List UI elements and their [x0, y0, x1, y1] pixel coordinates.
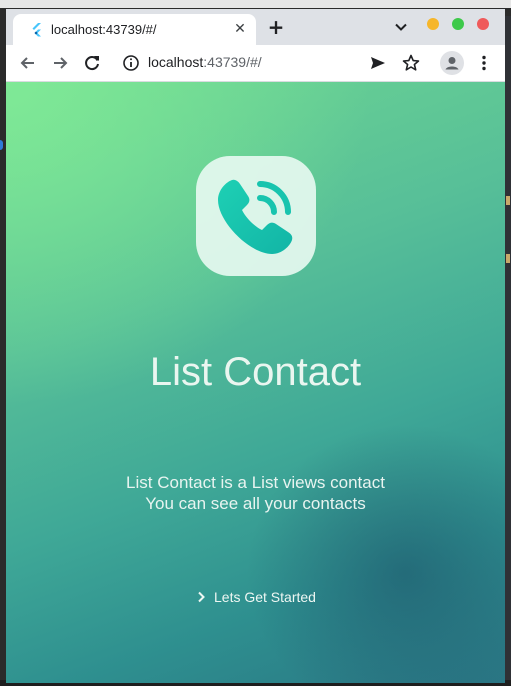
- editor-menubar: [0, 0, 511, 8]
- send-icon[interactable]: [368, 53, 388, 73]
- url-host: localhost: [148, 54, 204, 70]
- description-line-2: You can see all your contacts: [145, 494, 366, 513]
- landing-page: List Contact List Contact is a List view…: [6, 82, 505, 683]
- tab-title: localhost:43739/#/: [51, 22, 157, 37]
- get-started-button[interactable]: Lets Get Started: [194, 587, 316, 607]
- editor-right-edge: [505, 16, 511, 686]
- browser-toolbar: localhost:43739/#/: [6, 45, 505, 82]
- close-tab-icon[interactable]: ✕: [232, 21, 248, 37]
- get-started-label: Lets Get Started: [214, 589, 316, 605]
- app-description: List Contact is a List views contact You…: [6, 472, 505, 514]
- tab-strip: localhost:43739/#/ ✕ +: [6, 9, 505, 45]
- person-icon: [445, 57, 459, 70]
- site-info-icon[interactable]: [121, 53, 141, 73]
- minimize-button[interactable]: [427, 18, 439, 30]
- back-arrow-icon[interactable]: [18, 53, 38, 73]
- reload-icon[interactable]: [82, 53, 102, 73]
- browser-tab[interactable]: localhost:43739/#/ ✕: [13, 14, 256, 45]
- url-path: :43739/#/: [203, 54, 262, 70]
- app-logo: [196, 156, 316, 276]
- profile-avatar[interactable]: [440, 51, 464, 75]
- chevron-right-icon: [198, 591, 205, 603]
- maximize-button[interactable]: [452, 18, 464, 30]
- more-vert-icon[interactable]: [474, 53, 494, 73]
- description-line-1: List Contact is a List views contact: [126, 473, 385, 492]
- forward-arrow-icon[interactable]: [50, 53, 70, 73]
- address-bar[interactable]: localhost:43739/#/: [148, 54, 262, 70]
- app-title: List Contact: [149, 350, 362, 394]
- chevron-down-icon[interactable]: [394, 20, 408, 34]
- star-icon[interactable]: [401, 53, 421, 73]
- editor-indicator: [0, 140, 3, 150]
- new-tab-icon[interactable]: +: [266, 17, 286, 38]
- browser-window: localhost:43739/#/ ✕ + localhost:43739/#…: [6, 9, 505, 683]
- flutter-icon: [32, 23, 41, 37]
- close-window-button[interactable]: [477, 18, 489, 30]
- phone-call-icon: [218, 179, 293, 254]
